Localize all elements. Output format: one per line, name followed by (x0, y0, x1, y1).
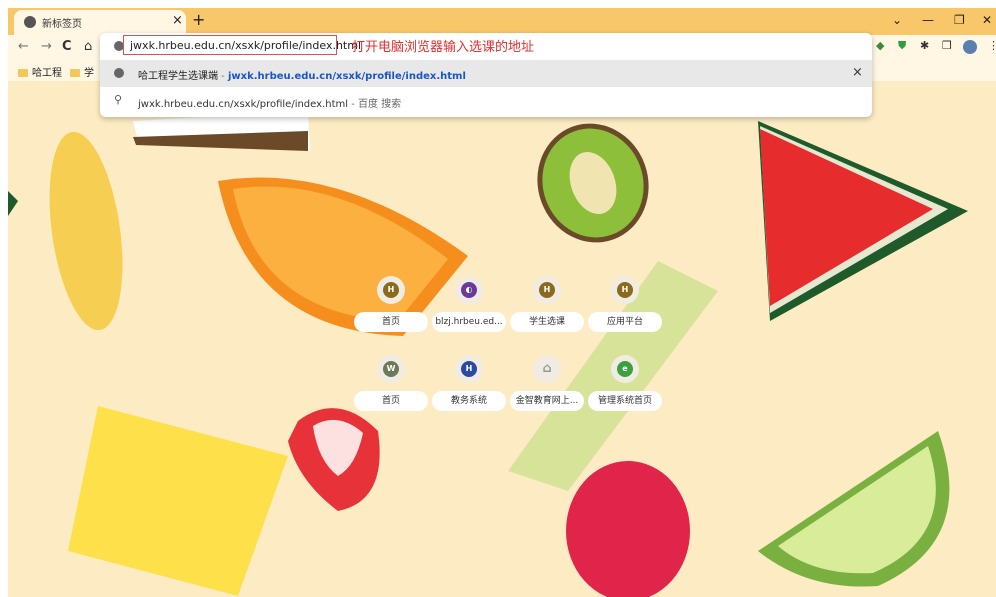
new-tab-page: H 首页 ◐ blzj.hrbeu.ed... H 学生选课 H 应用平台 W … (8, 81, 996, 597)
fruit-background (8, 111, 968, 597)
back-button[interactable]: ← (18, 39, 29, 54)
shortcut-favicon-icon: H (539, 282, 555, 298)
sidepanel-icon[interactable]: ❒ (942, 39, 952, 52)
folder-icon (70, 69, 80, 77)
suggestion-separator: - (218, 71, 228, 82)
shortcut-tile[interactable]: e 管理系统首页 (588, 355, 662, 417)
shortcut-tile[interactable]: W 首页 (354, 355, 428, 417)
shortcut-icon-circle: e (611, 355, 639, 383)
new-tab-button[interactable]: + (192, 10, 205, 29)
shortcut-icon-circle: W (377, 355, 405, 383)
suggestion-query: jwxk.hrbeu.edu.cn/xsxk/profile/index.htm… (138, 99, 349, 110)
shortcut-favicon-icon: W (383, 361, 399, 377)
tab-title: 新标签页 (42, 19, 82, 30)
shortcut-label: 教务系统 (432, 391, 506, 411)
shortcut-icon-circle: ◐ (455, 276, 483, 304)
shortcut-tile[interactable]: ⌂ 金智教育网上... (510, 355, 584, 417)
shortcut-tile[interactable]: H 学生选课 (510, 276, 584, 338)
shortcut-tile[interactable]: H 首页 (354, 276, 428, 338)
suggestion-text: jwxk.hrbeu.edu.cn/xsxk/profile/index.htm… (138, 95, 401, 110)
profile-avatar[interactable] (963, 40, 977, 54)
shortcut-favicon-icon: ◐ (461, 282, 477, 298)
shortcut-tile[interactable]: ◐ blzj.hrbeu.ed... (432, 276, 506, 338)
shortcut-favicon-icon: H (383, 282, 399, 298)
suggestion-title: 哈工程学生选课端 (138, 71, 218, 82)
history-site-icon (114, 68, 124, 78)
more-menu-icon[interactable]: ⋮ (988, 39, 996, 52)
shortcut-icon-circle: ⌂ (533, 355, 561, 383)
reload-button[interactable]: C (62, 39, 72, 54)
chrome-tab-icon (24, 16, 36, 28)
address-bar-input[interactable]: jwxk.hrbeu.edu.cn/xsxk/profile/index.htm… (123, 35, 361, 55)
bookmark-label: 学 (84, 68, 94, 79)
omnibox-dropdown: jwxk.hrbeu.edu.cn/xsxk/profile/index.htm… (100, 33, 872, 117)
shortcut-tile[interactable]: H 教务系统 (432, 355, 506, 417)
bookmark-folder[interactable]: 哈工程 (18, 64, 62, 79)
shortcut-icon-circle: H (377, 276, 405, 304)
tab-close-icon[interactable]: × (172, 13, 183, 28)
shortcut-favicon-icon: H (617, 282, 633, 298)
bookmark-label: 哈工程 (32, 68, 62, 79)
search-icon: ⚲ (114, 93, 123, 106)
remove-suggestion-icon[interactable]: × (852, 65, 863, 80)
shortcut-label: 金智教育网上... (510, 391, 584, 411)
shortcut-label: 应用平台 (588, 312, 662, 332)
leaf-favicon-icon: e (617, 361, 633, 377)
shortcut-tile[interactable]: H 应用平台 (588, 276, 662, 338)
shortcut-label: 学生选课 (510, 312, 584, 332)
browser-window: 新标签页 × + ⌄ — ❐ ✕ ← → C ⌂ ◆ ⛊ ✱ ❒ ⋮ 哈工程 学 (0, 0, 996, 597)
minimize-button[interactable]: — (922, 13, 934, 27)
shortcut-favicon-icon: H (461, 361, 477, 377)
shortcut-label: 首页 (354, 312, 428, 332)
omnibox-suggestion-search[interactable]: ⚲ jwxk.hrbeu.edu.cn/xsxk/profile/index.h… (100, 88, 872, 115)
shortcut-label: 首页 (354, 391, 428, 411)
tab-search-icon[interactable]: ⌄ (892, 13, 902, 27)
tab-new-tab-page[interactable]: 新标签页 × (14, 10, 186, 35)
suggestion-suffix: - 百度 搜索 (348, 99, 402, 110)
shortcut-icon-circle: H (455, 355, 483, 383)
forward-button[interactable]: → (41, 39, 52, 54)
home-favicon-icon: ⌂ (539, 361, 555, 377)
omnibox-input-row: jwxk.hrbeu.edu.cn/xsxk/profile/index.htm… (100, 33, 872, 60)
folder-icon (18, 69, 28, 77)
tab-strip: 新标签页 × + ⌄ — ❐ ✕ (8, 8, 996, 35)
shortcut-icon-circle: H (533, 276, 561, 304)
shortcut-icon-circle: H (611, 276, 639, 304)
suggestion-url: jwxk.hrbeu.edu.cn/xsxk/profile/index.htm… (227, 71, 466, 82)
close-window-button[interactable]: ✕ (982, 13, 992, 27)
home-button[interactable]: ⌂ (84, 39, 92, 54)
extensions-puzzle-icon[interactable]: ✱ (920, 39, 929, 52)
extension-shield-icon[interactable]: ⛊ (898, 39, 906, 53)
shortcut-label: 管理系统首页 (588, 391, 662, 411)
omnibox-suggestion-history[interactable]: 哈工程学生选课端 - jwxk.hrbeu.edu.cn/xsxk/profil… (100, 60, 872, 87)
extension-diamond-icon[interactable]: ◆ (876, 39, 884, 52)
suggestion-text: 哈工程学生选课端 - jwxk.hrbeu.edu.cn/xsxk/profil… (138, 67, 466, 82)
restore-button[interactable]: ❐ (954, 13, 965, 27)
annotation-text: 打开电脑浏览器输入选课的地址 (352, 40, 535, 55)
shortcut-label: blzj.hrbeu.ed... (432, 312, 506, 332)
bookmark-folder[interactable]: 学 (70, 64, 94, 79)
